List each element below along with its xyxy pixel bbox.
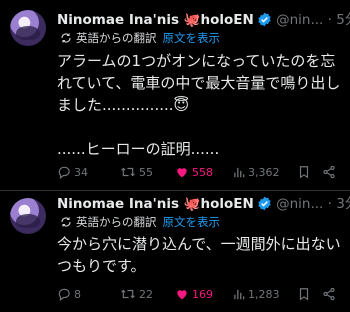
like-icon: [177, 290, 187, 300]
bookmark-button[interactable]: [298, 164, 313, 182]
handle[interactable]: @nin...: [276, 196, 323, 212]
post-text: 今から穴に潜り込んで、一週間外に出ないつもりです。: [57, 235, 341, 275]
reply-icon: [58, 166, 70, 180]
show-original-link[interactable]: 原文を表示: [163, 215, 221, 229]
verified-icon: [257, 12, 272, 32]
like-icon: [177, 168, 187, 178]
share-button[interactable]: [322, 286, 339, 304]
repost-count: 55: [139, 166, 153, 179]
repost-icon: [121, 289, 135, 299]
avatar[interactable]: [10, 198, 46, 234]
translated-from-label: 英語からの翻訳: [76, 215, 157, 229]
views-icon: [234, 167, 245, 178]
repost-button[interactable]: 22: [120, 286, 153, 304]
like-count: 169: [192, 288, 213, 301]
reply-button[interactable]: 34: [57, 164, 88, 182]
show-original-link[interactable]: 原文を表示: [163, 31, 221, 45]
bookmark-icon: [299, 166, 309, 179]
display-name[interactable]: Ninomae Ina'nis 🐙holoEN: [57, 196, 254, 212]
views-count: 3,362: [248, 166, 280, 179]
like-button[interactable]: 169: [175, 286, 213, 304]
separator-dot: ·: [327, 12, 332, 28]
post-1[interactable]: Ninomae Ina'nis 🐙holoEN @nin... · 5分 英語か…: [0, 0, 350, 192]
action-bar: 34 55 558 3,362: [57, 164, 347, 182]
bookmark-button[interactable]: [298, 286, 313, 304]
action-bar: 8 22 169 1,283: [57, 286, 347, 304]
post-header: Ninomae Ina'nis 🐙holoEN @nin... · 5分: [57, 11, 350, 29]
post-header: Ninomae Ina'nis 🐙holoEN @nin... · 3分: [57, 195, 350, 213]
translated-from-label: 英語からの翻訳: [76, 31, 157, 45]
reply-button[interactable]: 8: [57, 286, 81, 304]
share-button[interactable]: [322, 164, 339, 182]
like-button[interactable]: 558: [175, 164, 213, 182]
handle[interactable]: @nin...: [276, 12, 323, 28]
post-text: アラームの1つがオンになっていたのを忘れていて、電車の中で最大音量で鳴り出しまし…: [57, 52, 341, 158]
share-icon: [323, 165, 335, 179]
repost-icon: [121, 167, 135, 177]
views-count: 1,283: [248, 288, 280, 301]
post-2[interactable]: Ninomae Ina'nis 🐙holoEN @nin... · 3分 英語か…: [0, 191, 350, 312]
like-count: 558: [192, 166, 213, 179]
share-icon: [323, 287, 335, 301]
translation-note: 英語からの翻訳 原文を表示: [57, 30, 220, 46]
reply-count: 34: [74, 166, 88, 179]
timestamp[interactable]: 3分: [336, 196, 350, 212]
translation-note: 英語からの翻訳 原文を表示: [57, 214, 220, 230]
verified-icon: [257, 196, 272, 216]
reply-icon: [58, 288, 70, 302]
repost-button[interactable]: 55: [120, 164, 153, 182]
timestamp[interactable]: 5分: [336, 12, 350, 28]
views-icon: [234, 289, 245, 300]
bookmark-icon: [299, 288, 309, 301]
avatar[interactable]: [10, 10, 46, 46]
reply-count: 8: [74, 288, 81, 301]
display-name[interactable]: Ninomae Ina'nis 🐙holoEN: [57, 12, 254, 28]
repost-count: 22: [139, 288, 153, 301]
translate-icon: [60, 216, 72, 232]
views-button[interactable]: 3,362: [233, 164, 280, 182]
views-button[interactable]: 1,283: [233, 286, 280, 304]
separator-dot: ·: [327, 196, 332, 212]
translate-icon: [60, 32, 72, 48]
